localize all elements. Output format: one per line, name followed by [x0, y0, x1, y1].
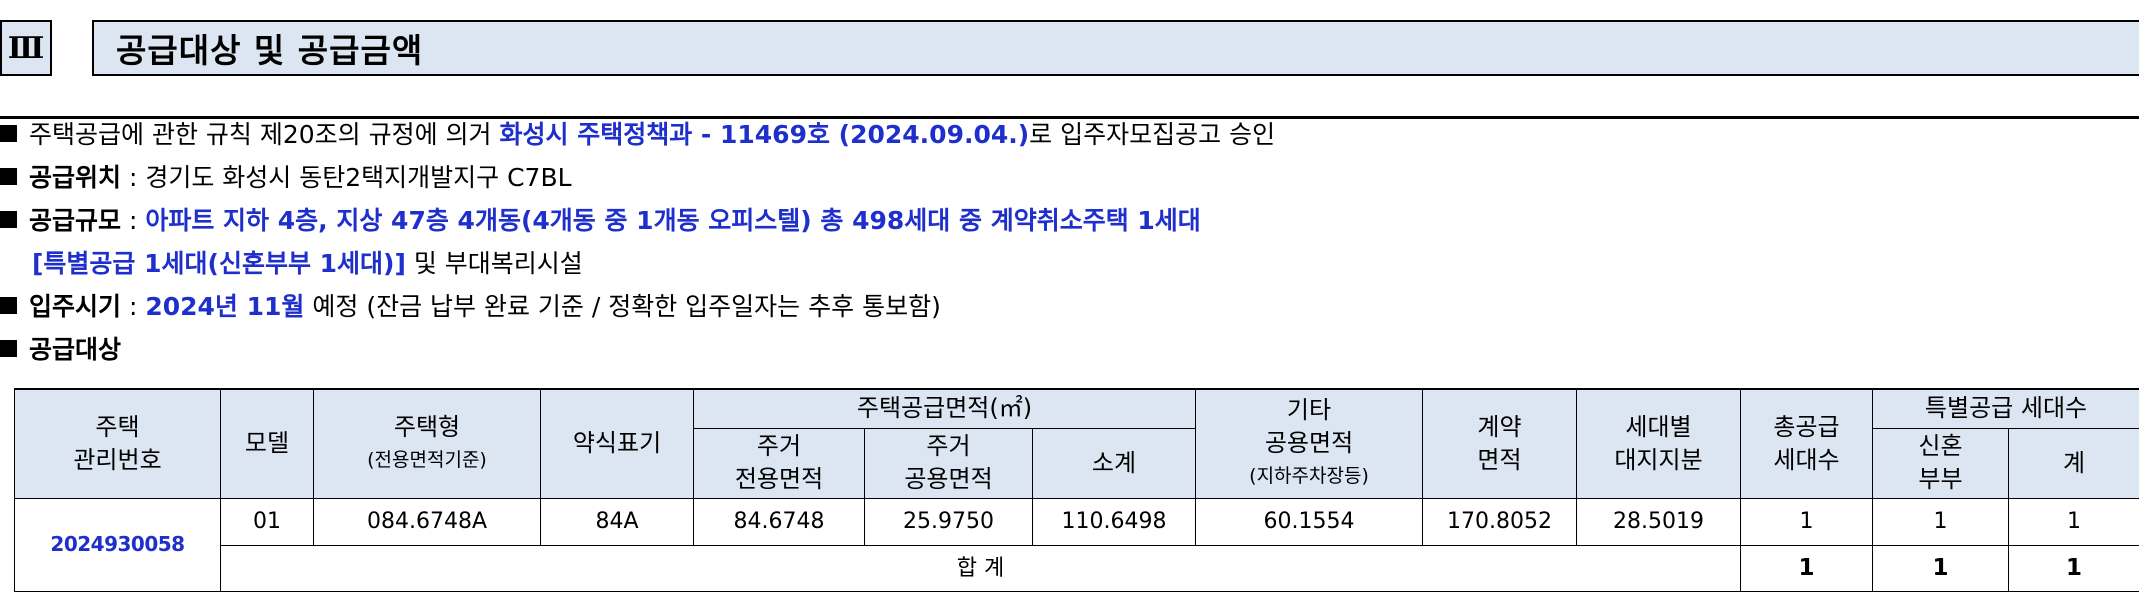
bullet-scale: 공급규모 : 아파트 지하 4층, 지상 47층 4개동(4개동 중 1개동 오… [0, 204, 1201, 238]
exclusive-cell: 84.6748 [693, 497, 865, 546]
other-common-cell: 60.1554 [1195, 497, 1424, 546]
special-sum-cell: 1 [2008, 497, 2139, 546]
header-newlywed: 신혼 부부 [1872, 427, 2010, 499]
location-label: 공급위치 [29, 163, 122, 192]
header-other-common: 기타 공용면적 (지하주차장등) [1195, 388, 1424, 499]
move-in-separator: : [121, 292, 146, 321]
special-total-cell: 1 [2008, 544, 2139, 592]
bullet-location: 공급위치 : 경기도 화성시 동탄2택지개발지구 C7BL [0, 161, 572, 195]
bullet-approval: 주택공급에 관한 규칙 제20조의 규정에 의거 화성시 주택정책과 - 114… [0, 118, 1275, 152]
location-separator: : [121, 163, 146, 192]
scale-suffix-line2: 및 부대복리시설 [405, 249, 583, 278]
target-label: 공급대상 [29, 335, 122, 364]
header-abbr: 약식표기 [540, 388, 694, 499]
move-in-suffix: 예정 (잔금 납부 완료 기준 / 정확한 입주일자는 추후 통보함) [304, 292, 941, 321]
scale-value-line1: 아파트 지하 4층, 지상 47층 4개동(4개동 중 1개동 오피스텔) 총 … [145, 206, 1201, 235]
contract-cell: 170.8052 [1422, 497, 1578, 546]
location-value: 경기도 화성시 동탄2택지개발지구 C7BL [145, 163, 572, 192]
abbr-cell: 84A [540, 497, 694, 546]
subtotal-cell: 110.6498 [1031, 497, 1197, 546]
newlywed-sum-cell: 1 [1872, 544, 2010, 592]
approval-prefix: 주택공급에 관한 규칙 제20조의 규정에 의거 [29, 120, 500, 149]
header-model: 모델 [220, 388, 314, 499]
bullet-move-in: 입주시기 : 2024년 11월 예정 (잔금 납부 완료 기준 / 정확한 입… [0, 290, 941, 324]
header-total-units: 총공급 세대수 [1740, 388, 1874, 499]
newlywed-cell: 1 [1872, 497, 2010, 546]
table-header-row: 주택 관리번호 모델 주택형 (전용면적기준) 약식표기 주택공급면적(㎡) 기타 공… [14, 388, 2139, 499]
supply-table: 주택 관리번호 모델 주택형 (전용면적기준) 약식표기 주택공급면적(㎡) 기타 공… [14, 388, 2139, 592]
approval-highlight: 화성시 주택정책과 - 11469호 (2024.09.04.) [499, 120, 1030, 149]
house-no-cell: 2024930058 [14, 497, 221, 592]
square-bullet-icon [0, 297, 17, 314]
header-special-sum: 계 [2008, 427, 2139, 499]
square-bullet-icon [0, 168, 17, 185]
header-special-supply: 특별공급 세대수 [1872, 388, 2139, 429]
total-units-cell: 1 [1740, 497, 1874, 546]
move-in-highlight: 2024년 11월 [145, 292, 305, 321]
common-cell: 25.9750 [864, 497, 1033, 546]
section-number: Ⅲ [0, 20, 52, 76]
land-share-cell: 28.5019 [1576, 497, 1742, 546]
header-exclusive: 주거 전용면적 [693, 427, 865, 499]
total-label-cell: 합 계 [219, 544, 1742, 592]
approval-suffix: 로 입주자모집공고 승인 [1029, 120, 1276, 149]
header-land-share: 세대별 대지지분 [1576, 388, 1742, 499]
square-bullet-icon [0, 125, 17, 142]
header-subtotal: 소계 [1031, 427, 1197, 499]
bullet-scale-continued: [특별공급 1세대(신혼부부 1세대)] 및 부대복리시설 [32, 247, 583, 281]
bullet-target: 공급대상 [0, 333, 121, 367]
section-title: 공급대상 및 공급금액 [92, 20, 2139, 76]
header-contract-area: 계약 면적 [1422, 388, 1578, 499]
model-cell: 01 [220, 497, 314, 546]
total-units-sum-cell: 1 [1740, 544, 1874, 592]
type-cell: 084.6748A [313, 497, 541, 546]
table-total-row: 합 계 1 1 1 [15, 544, 2139, 592]
scale-value-line2: [특별공급 1세대(신혼부부 1세대)] [32, 249, 406, 278]
header-common: 주거 공용면적 [864, 427, 1033, 499]
header-type: 주택형 (전용면적기준) [313, 388, 541, 499]
header-supply-area: 주택공급면적(㎡) [692, 388, 1197, 429]
table-row: 2024930058 01 084.6748A 84A 84.6748 25.9… [14, 497, 2139, 592]
square-bullet-icon [0, 340, 17, 357]
move-in-label: 입주시기 [29, 292, 122, 321]
header-house-no: 주택 관리번호 [14, 388, 221, 499]
square-bullet-icon [0, 211, 17, 228]
scale-separator: : [121, 206, 146, 235]
scale-label: 공급규모 [29, 206, 122, 235]
